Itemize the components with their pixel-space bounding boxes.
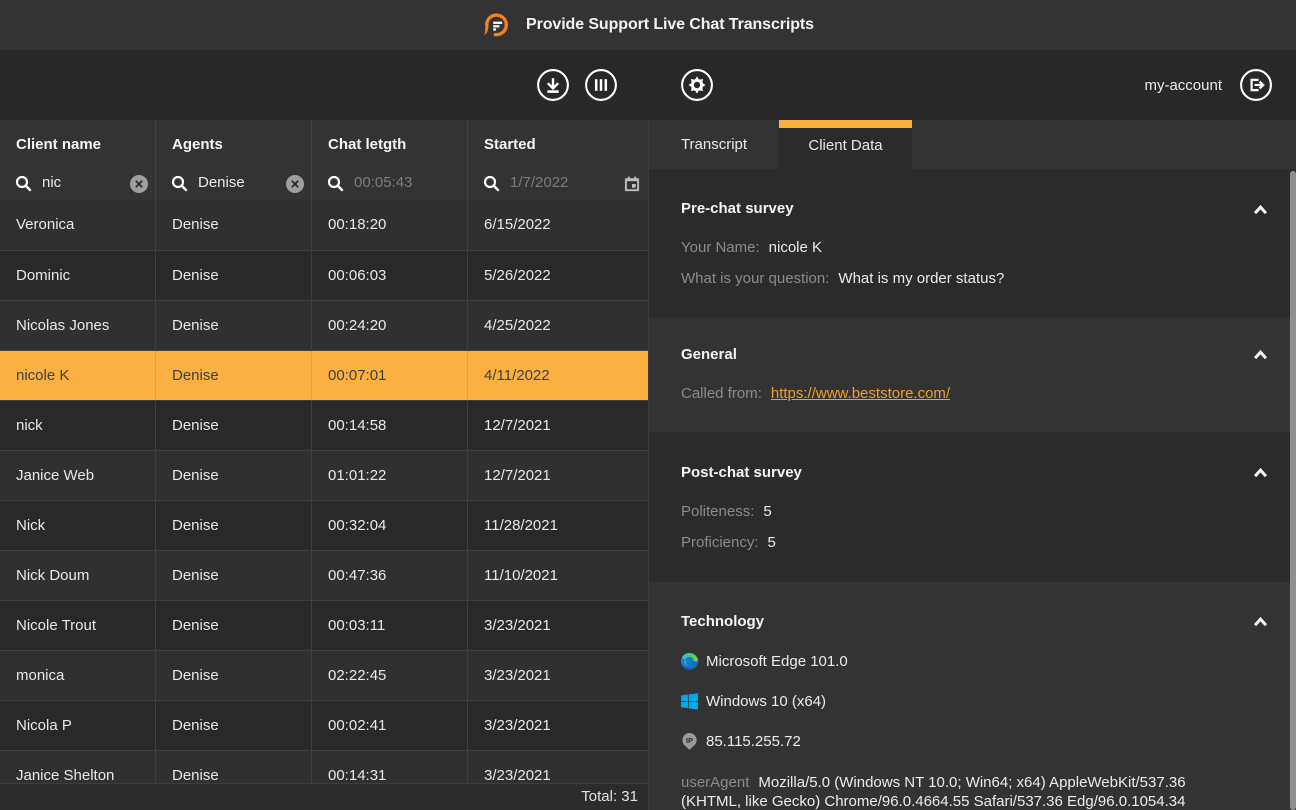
svg-text:IP: IP (686, 735, 693, 744)
